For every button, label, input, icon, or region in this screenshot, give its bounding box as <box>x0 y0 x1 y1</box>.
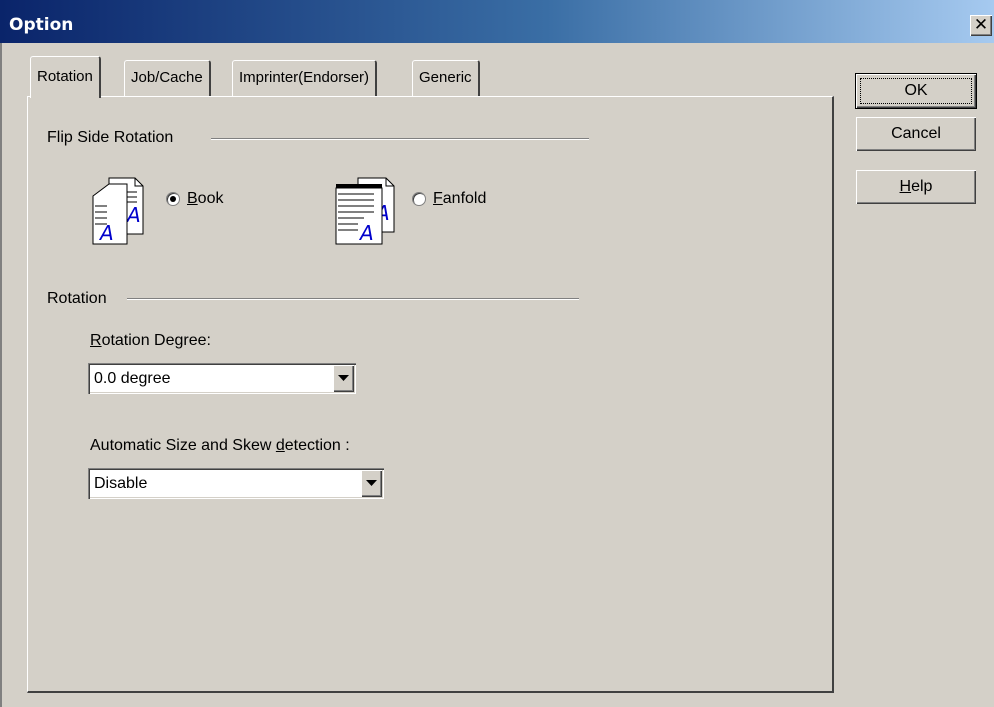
rotation-degree-select[interactable]: 0.0 degree <box>88 363 356 394</box>
access-key: H <box>899 178 912 195</box>
rotation-degree-value: 0.0 degree <box>94 370 171 387</box>
label-text: anfold <box>442 190 487 207</box>
skew-detection-select[interactable]: Disable <box>88 468 384 499</box>
ok-button[interactable]: OK <box>856 74 976 108</box>
window-border <box>0 43 2 707</box>
radio-selected-dot <box>170 196 176 202</box>
button-label: Cancel <box>891 125 941 142</box>
tab-panel-rotation: Flip Side Rotation A A Book A A Fanfold … <box>27 96 834 693</box>
tab-label: Imprinter(Endorser) <box>239 69 370 86</box>
window-title: Option <box>9 15 74 35</box>
access-key: F <box>433 190 443 207</box>
label-text: ook <box>197 190 224 207</box>
tab-generic[interactable]: Generic <box>412 60 480 96</box>
tab-rotation[interactable]: Rotation <box>30 56 101 98</box>
book-radio-label[interactable]: Book <box>187 190 223 208</box>
label-text: otation Degree: <box>101 332 211 349</box>
book-pages-icon: A A <box>92 177 144 245</box>
skew-detection-label: Automatic Size and Skew detection : <box>90 437 350 455</box>
label-text: Automatic Size and Skew <box>90 437 276 454</box>
tab-imprinter-endorser[interactable]: Imprinter(Endorser) <box>232 60 378 96</box>
svg-text:A: A <box>358 221 374 245</box>
dropdown-button[interactable] <box>333 365 354 392</box>
access-key: R <box>90 332 102 349</box>
chevron-down-icon <box>366 480 377 486</box>
close-button[interactable]: ✕ <box>970 15 992 36</box>
tab-label: Generic <box>419 69 472 86</box>
label-text: etection : <box>284 437 350 454</box>
dropdown-button[interactable] <box>361 470 382 497</box>
button-label: OK <box>904 82 928 99</box>
fanfold-radio[interactable] <box>412 192 426 206</box>
focus-rect: OK <box>860 78 972 104</box>
group-label-rotation: Rotation <box>47 290 107 307</box>
help-button[interactable]: Help <box>856 170 976 204</box>
tab-label: Rotation <box>37 68 93 85</box>
fanfold-radio-label[interactable]: Fanfold <box>433 190 486 208</box>
access-key: B <box>187 190 198 207</box>
close-icon: ✕ <box>973 15 989 35</box>
access-key: d <box>275 437 285 454</box>
chevron-down-icon <box>338 375 349 381</box>
group-label-flip-side: Flip Side Rotation <box>47 129 174 146</box>
button-label: elp <box>911 178 933 195</box>
svg-text:A: A <box>98 221 114 245</box>
title-bar: Option ✕ <box>0 0 994 43</box>
group-divider <box>211 138 589 140</box>
fanfold-pages-icon: A A <box>335 177 395 245</box>
skew-detection-value: Disable <box>94 475 148 492</box>
book-radio[interactable] <box>166 192 180 206</box>
rotation-degree-label: Rotation Degree: <box>90 332 211 350</box>
group-divider <box>127 298 579 300</box>
tab-label: Job/Cache <box>131 69 203 86</box>
cancel-button[interactable]: Cancel <box>856 117 976 151</box>
tab-job-cache[interactable]: Job/Cache <box>124 60 211 96</box>
